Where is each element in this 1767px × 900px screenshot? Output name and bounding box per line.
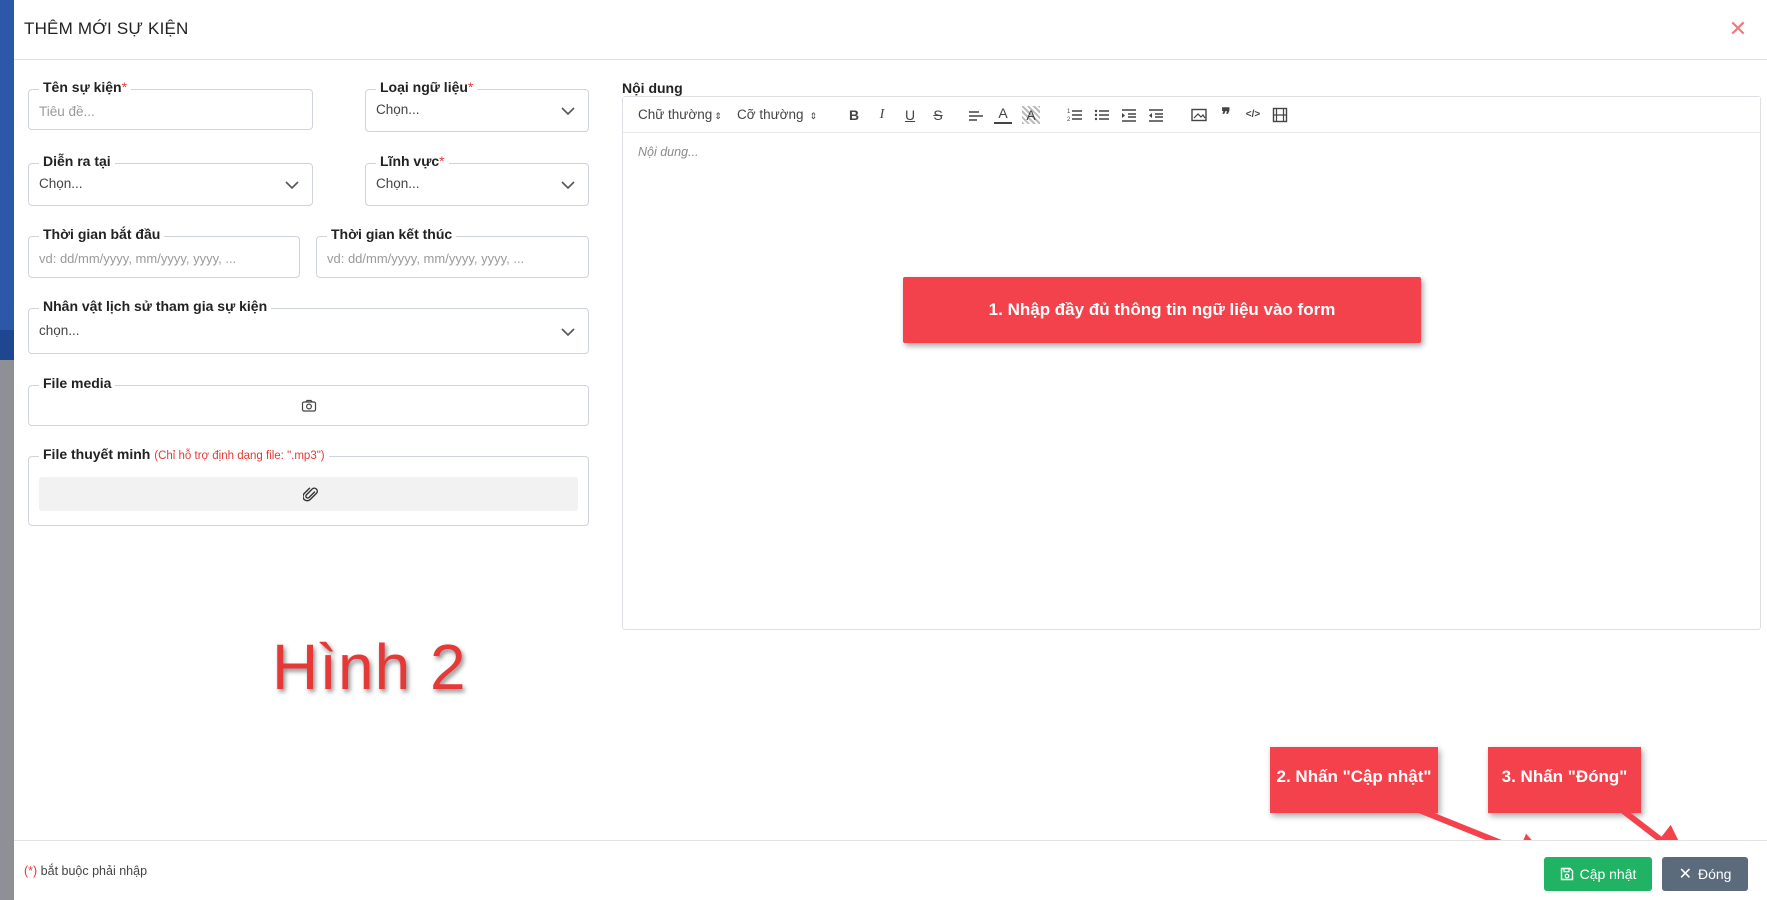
italic-icon[interactable]: I <box>873 106 891 124</box>
image-icon[interactable] <box>1190 106 1208 124</box>
code-icon[interactable]: </> <box>1244 106 1262 124</box>
paperclip-icon <box>303 487 318 502</box>
material-type-value: Chọn... <box>376 102 420 117</box>
font-size-select[interactable]: Cỡ thường ⇕ <box>737 107 817 122</box>
end-time-input[interactable] <box>327 247 578 269</box>
event-name-label: Tên sự kiện <box>43 79 122 95</box>
required-mark: * <box>467 79 474 95</box>
field-domain-value: Chọn... <box>376 176 420 191</box>
required-mark: * <box>439 153 445 169</box>
file-media-upload[interactable]: File media <box>28 375 589 426</box>
modal-title: THÊM MỚI SỰ KIỆN <box>24 19 189 38</box>
bold-icon[interactable]: B <box>845 106 863 124</box>
background-sidebar-active <box>0 330 14 360</box>
underline-icon[interactable]: U <box>901 106 919 124</box>
location-select[interactable]: Diễn ra tại Chọn... <box>28 153 313 206</box>
step1-callout: 1. Nhập đầy đủ thông tin ngữ liệu vào fo… <box>903 277 1421 343</box>
modal-footer: (*) bắt buộc phải nhập Cập nhật ✕ Đóng <box>14 840 1767 900</box>
end-time-field: Thời gian kết thúc <box>316 226 589 278</box>
align-icon[interactable] <box>967 106 985 124</box>
content-editor: Chữ thường ⇕ Cỡ thường ⇕ B I U S A A 12 ❞ … <box>622 96 1761 630</box>
indent-icon[interactable] <box>1120 106 1138 124</box>
step2-callout: 2. Nhấn "Cập nhật" <box>1270 747 1438 813</box>
narration-file-label: File thuyết minh <box>43 446 151 462</box>
content-label: Nội dung <box>622 80 683 96</box>
bullet-list-icon[interactable] <box>1093 106 1111 124</box>
camera-icon <box>301 399 317 412</box>
narration-file-upload: File thuyết minh (Chỉ hỗ trợ định dạng f… <box>28 446 589 526</box>
narration-file-dropzone[interactable] <box>39 477 578 511</box>
narration-file-note: (Chỉ hỗ trợ định dạng file: ".mp3") <box>154 450 325 462</box>
floppy-disk-icon <box>1560 867 1573 881</box>
ordered-list-icon[interactable]: 12 <box>1066 106 1084 124</box>
required-note: (*) bắt buộc phải nhập <box>24 864 148 878</box>
save-button[interactable]: Cập nhật <box>1544 857 1652 891</box>
close-icon[interactable]: ✕ <box>1727 18 1749 40</box>
background-app-sidebar <box>0 0 14 900</box>
chevron-down-icon <box>561 107 575 116</box>
outdent-icon[interactable] <box>1147 106 1165 124</box>
svg-text:1: 1 <box>1067 109 1071 115</box>
location-value: Chọn... <box>39 176 83 191</box>
start-time-field: Thời gian bắt đầu <box>28 226 300 278</box>
material-type-select[interactable]: Loại ngữ liệu* Chọn... <box>365 79 589 132</box>
historical-figures-label: Nhân vật lịch sử tham gia sự kiện <box>43 298 268 314</box>
chevron-down-icon <box>561 328 575 337</box>
add-event-modal: THÊM MỚI SỰ KIỆN ✕ Tên sự kiện* Loại ngữ… <box>14 0 1767 900</box>
background-sidebar-lower <box>0 360 14 900</box>
background-sidebar-blue <box>0 0 14 360</box>
highlight-icon[interactable]: A <box>1022 106 1040 124</box>
start-time-input[interactable] <box>39 247 289 269</box>
svg-text:2: 2 <box>1067 117 1071 123</box>
field-domain-label: Lĩnh vực <box>380 153 440 169</box>
material-type-label: Loại ngữ liệu <box>380 79 468 95</box>
text-color-icon[interactable]: A <box>994 106 1012 124</box>
close-icon: ✕ <box>1678 866 1692 883</box>
chevron-down-icon <box>285 181 299 190</box>
content-editor-body[interactable]: Nội dung... <box>638 145 698 159</box>
strikethrough-icon[interactable]: S <box>929 106 947 124</box>
save-button-label: Cập nhật <box>1579 866 1637 882</box>
event-name-field: Tên sự kiện* <box>28 79 313 130</box>
historical-figures-value: chọn... <box>39 323 80 338</box>
close-button[interactable]: ✕ Đóng <box>1662 857 1748 891</box>
file-media-label: File media <box>43 375 112 391</box>
close-button-label: Đóng <box>1697 866 1732 882</box>
field-domain-select[interactable]: Lĩnh vực* Chọn... <box>365 153 589 206</box>
end-time-label: Thời gian kết thúc <box>331 226 453 242</box>
chevron-down-icon <box>561 181 575 190</box>
editor-toolbar: Chữ thường ⇕ Cỡ thường ⇕ B I U S A A 12 ❞ … <box>623 97 1760 133</box>
event-name-input[interactable] <box>39 100 302 122</box>
blockquote-icon[interactable]: ❞ <box>1217 106 1235 124</box>
start-time-label: Thời gian bắt đầu <box>43 226 161 242</box>
location-label: Diễn ra tại <box>43 153 111 169</box>
step3-callout: 3. Nhấn "Đóng" <box>1488 747 1641 813</box>
historical-figures-select[interactable]: Nhân vật lịch sử tham gia sự kiện chọn..… <box>28 298 589 354</box>
video-icon[interactable] <box>1271 106 1289 124</box>
figure-caption: Hình 2 <box>272 631 467 703</box>
modal-header: THÊM MỚI SỰ KIỆN ✕ <box>14 0 1767 60</box>
required-mark: * <box>121 79 128 95</box>
font-style-select[interactable]: Chữ thường ⇕ <box>638 107 722 122</box>
